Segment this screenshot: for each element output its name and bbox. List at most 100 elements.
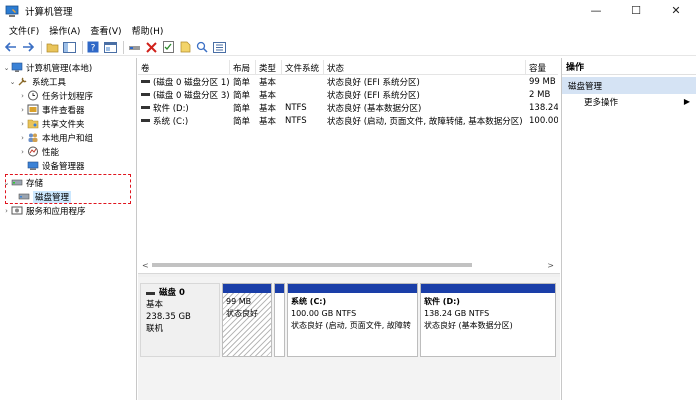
menu-action[interactable]: 操作(A) xyxy=(44,24,85,37)
highlight-annotation xyxy=(5,174,131,204)
volume-layout: 简单 xyxy=(233,103,251,114)
column-header-layout[interactable]: 布局 xyxy=(230,60,256,75)
up-folder-icon[interactable] xyxy=(45,40,59,54)
toolbar-separator xyxy=(82,40,83,54)
volume-capacity: 99 MB xyxy=(529,76,556,87)
connect-drive-icon[interactable] xyxy=(127,40,141,54)
tree-item-performance[interactable]: › 性能 xyxy=(18,145,59,158)
disk-type: 基本 xyxy=(146,300,164,310)
partition-efi[interactable]: 99 MB 状态良好 xyxy=(222,283,272,357)
partition-name: 软件 (D:) xyxy=(424,297,460,306)
navigation-tree: ⌄ 计算机管理(本地) ⌄ 系统工具 › 任务计划程序 › 事件查看器 › 共享… xyxy=(0,58,137,400)
table-row[interactable]: 软件 (D:) 简单 基本 NTFS 状态良好 (基本数据分区) 138.24 xyxy=(138,101,558,114)
expand-arrow-icon[interactable]: › xyxy=(18,92,27,100)
menu-help[interactable]: 帮助(H) xyxy=(127,24,169,37)
volume-status: 状态良好 (启动, 页面文件, 故障转储, 基本数据分区) xyxy=(327,116,523,127)
tree-item-system-tools[interactable]: ⌄ 系统工具 xyxy=(8,75,66,88)
volume-status: 状态良好 (EFI 系统分区) xyxy=(327,77,420,88)
forward-arrow-icon[interactable] xyxy=(21,40,35,54)
list-view-icon[interactable] xyxy=(212,40,226,54)
show-hide-tree-icon[interactable] xyxy=(62,40,76,54)
delete-icon[interactable] xyxy=(144,40,158,54)
partition-system-c[interactable]: 系统 (C:) 100.00 GB NTFS 状态良好 (启动, 页面文件, 故… xyxy=(287,283,418,357)
menu-view[interactable]: 查看(V) xyxy=(85,24,126,37)
table-row[interactable]: 系统 (C:) 简单 基本 NTFS 状态良好 (启动, 页面文件, 故障转储,… xyxy=(138,114,558,127)
column-header-type[interactable]: 类型 xyxy=(256,60,282,75)
tools-icon xyxy=(17,76,29,87)
partition-size: 138.24 GB NTFS xyxy=(424,309,490,318)
collapse-arrow-icon[interactable]: ⌄ xyxy=(8,78,17,86)
tree-item-shared-folders[interactable]: › 共享文件夹 xyxy=(18,117,84,130)
checklist-icon[interactable] xyxy=(161,40,175,54)
export-icon[interactable] xyxy=(178,40,192,54)
expand-arrow-icon[interactable]: › xyxy=(18,106,27,114)
menu-file[interactable]: 文件(F) xyxy=(4,24,44,37)
tree-label: 任务计划程序 xyxy=(42,91,94,102)
volume-status: 状态良好 (EFI 系统分区) xyxy=(327,90,420,101)
collapse-arrow-icon[interactable]: ⌄ xyxy=(2,64,11,72)
properties-icon[interactable] xyxy=(103,40,117,54)
partition-software-d[interactable]: 软件 (D:) 138.24 GB NTFS 状态良好 (基本数据分区) xyxy=(420,283,556,357)
maximize-button[interactable]: ☐ xyxy=(616,0,656,21)
column-header-filesystem[interactable]: 文件系统 xyxy=(282,60,324,75)
horizontal-scrollbar[interactable]: < > xyxy=(138,259,558,271)
computer-management-icon xyxy=(5,4,19,18)
partition-status: 状态良好 xyxy=(226,309,258,318)
scroll-left-arrow[interactable]: < xyxy=(142,261,149,270)
partition-small[interactable] xyxy=(274,283,285,357)
table-row[interactable]: (磁盘 0 磁盘分区 1) 简单 基本 状态良好 (EFI 系统分区) 99 M… xyxy=(138,75,558,88)
volume-capacity: 138.24 xyxy=(529,102,558,113)
expand-arrow-icon[interactable]: › xyxy=(18,148,27,156)
actions-section-disk-management[interactable]: 磁盘管理 xyxy=(562,77,696,94)
table-row[interactable]: (磁盘 0 磁盘分区 3) 简单 基本 状态良好 (EFI 系统分区) 2 MB xyxy=(138,88,558,101)
partition-status: 状态良好 (基本数据分区) xyxy=(424,321,513,330)
partition-status: 状态良好 (启动, 页面文件, 故障转 xyxy=(291,321,411,330)
tree-label: 事件查看器 xyxy=(42,105,85,116)
disk-map: 磁盘 0 基本 238.35 GB 联机 99 MB 状态良好 系统 (C:) … xyxy=(138,277,560,400)
back-arrow-icon[interactable] xyxy=(4,40,18,54)
scroll-right-arrow[interactable]: > xyxy=(547,261,554,270)
partition-color-bar xyxy=(288,284,417,293)
tree-item-root[interactable]: ⌄ 计算机管理(本地) xyxy=(2,61,92,74)
more-actions-item[interactable]: 更多操作 ▶ xyxy=(562,94,696,109)
column-header-volume[interactable]: 卷 xyxy=(138,60,230,75)
volume-icon xyxy=(141,93,150,96)
tree-label: 系统工具 xyxy=(32,77,67,88)
volume-capacity: 100.00 xyxy=(529,115,558,126)
tree-label: 计算机管理(本地) xyxy=(26,63,93,74)
disk-status: 联机 xyxy=(146,324,164,334)
scrollbar-thumb[interactable] xyxy=(152,263,472,267)
volume-table-header: 卷 布局 类型 文件系统 状态 容量 xyxy=(138,60,558,75)
tree-label: 性能 xyxy=(42,147,60,158)
volume-icon xyxy=(141,119,150,122)
volume-type: 基本 xyxy=(259,103,277,114)
users-icon xyxy=(27,132,39,143)
clock-icon xyxy=(27,90,39,101)
close-button[interactable]: ✕ xyxy=(656,0,696,21)
tree-item-local-users[interactable]: › 本地用户和组 xyxy=(18,131,93,144)
tree-item-services-apps[interactable]: › 服务和应用程序 xyxy=(2,204,86,217)
column-header-capacity[interactable]: 容量 xyxy=(526,60,558,75)
disk-management-pane: 卷 布局 类型 文件系统 状态 容量 (磁盘 0 磁盘分区 1) 简单 基本 状… xyxy=(138,58,560,400)
partition-size: 100.00 GB NTFS xyxy=(291,309,357,318)
minimize-button[interactable]: — xyxy=(576,0,616,21)
tree-item-device-manager[interactable]: 设备管理器 xyxy=(18,159,85,172)
volume-name: 系统 (C:) xyxy=(153,116,189,127)
expand-arrow-icon[interactable]: › xyxy=(18,134,27,142)
toolbar-separator xyxy=(41,40,42,54)
help-icon[interactable]: ? xyxy=(86,40,100,54)
volume-capacity: 2 MB xyxy=(529,89,551,100)
expand-arrow-icon[interactable]: › xyxy=(2,207,11,215)
shared-folder-icon xyxy=(27,118,39,129)
disk-info[interactable]: 磁盘 0 基本 238.35 GB 联机 xyxy=(140,283,220,357)
tree-item-task-scheduler[interactable]: › 任务计划程序 xyxy=(18,89,93,102)
column-header-status[interactable]: 状态 xyxy=(324,60,526,75)
volume-icon xyxy=(141,80,150,83)
tree-item-event-viewer[interactable]: › 事件查看器 xyxy=(18,103,85,116)
expand-arrow-icon[interactable]: › xyxy=(18,120,27,128)
volume-type: 基本 xyxy=(259,77,277,88)
more-actions-label: 更多操作 xyxy=(584,97,619,108)
search-icon[interactable] xyxy=(195,40,209,54)
computer-icon xyxy=(11,62,23,73)
volume-filesystem xyxy=(282,88,324,101)
